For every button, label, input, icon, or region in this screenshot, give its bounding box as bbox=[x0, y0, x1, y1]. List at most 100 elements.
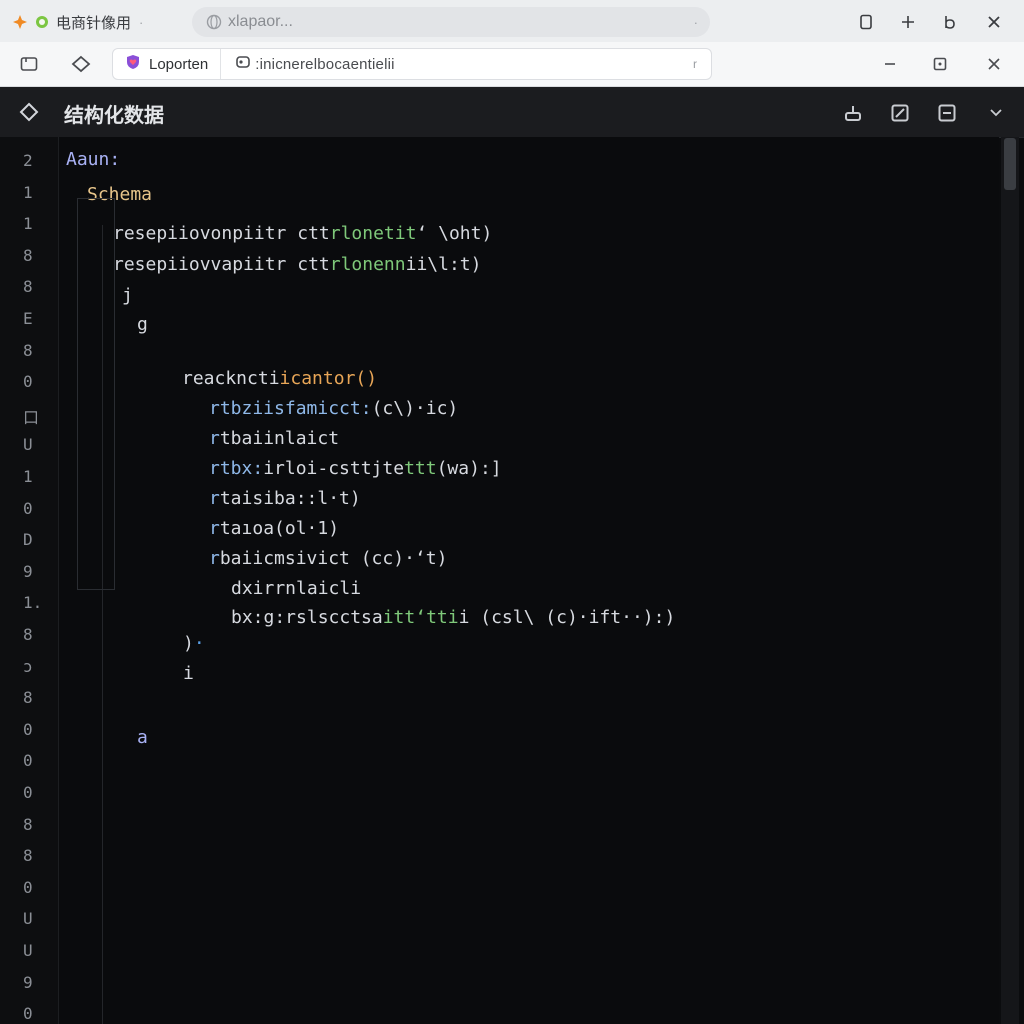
profile-icon[interactable] bbox=[936, 8, 964, 36]
line-number: 8 bbox=[23, 846, 33, 866]
url-text: :inicnerelbocaentielii bbox=[255, 55, 395, 73]
code-token: g bbox=[137, 314, 148, 335]
code-token: (c\) bbox=[371, 398, 415, 419]
code-token: r bbox=[209, 488, 220, 509]
code-token: r bbox=[209, 548, 220, 569]
more-icon[interactable] bbox=[983, 100, 1009, 126]
panel-icon[interactable] bbox=[934, 100, 960, 126]
line-number: E bbox=[23, 309, 33, 328]
edit-icon[interactable] bbox=[887, 100, 913, 126]
maximize-icon[interactable] bbox=[926, 50, 954, 78]
vertical-scrollbar[interactable] bbox=[1001, 137, 1019, 1024]
line-number: 1 bbox=[23, 467, 33, 486]
line-number: 8 bbox=[23, 245, 33, 265]
code-token: resepiiovonpiitr ctt bbox=[113, 223, 330, 244]
code-token: Aaun: bbox=[66, 149, 121, 170]
close-icon[interactable] bbox=[980, 50, 1008, 78]
code-line: rtaisiba::l·t) bbox=[209, 488, 361, 509]
code-line: a bbox=[137, 727, 148, 748]
block-highlight bbox=[77, 198, 115, 590]
code-token: ) bbox=[366, 368, 378, 389]
line-number: 2 bbox=[23, 151, 33, 170]
code-token: reackncti bbox=[182, 368, 280, 389]
line-number: 8 bbox=[23, 688, 33, 708]
tab-active[interactable]: 电商针像用 · bbox=[12, 7, 182, 37]
line-number: 0 bbox=[23, 783, 33, 802]
code-token: itt‘tti bbox=[382, 607, 459, 628]
code-token: i (csl\ (c)·ift··):) bbox=[458, 607, 676, 628]
code-token: ‘ \oht) bbox=[416, 223, 493, 244]
code-token: taisiba::l·t) bbox=[219, 488, 361, 509]
upload-icon[interactable] bbox=[840, 100, 866, 126]
code-line: resepiiovonpiitr cttrlonetit‘ \oht) bbox=[113, 223, 492, 244]
line-number: D bbox=[23, 530, 33, 550]
code-token: rlonenn bbox=[329, 254, 406, 275]
code-line: g bbox=[137, 314, 148, 335]
code-token: j bbox=[122, 285, 133, 306]
minimize-icon[interactable] bbox=[876, 50, 904, 78]
close-window-icon[interactable] bbox=[980, 8, 1008, 36]
code-token: -csttjte bbox=[317, 458, 405, 479]
site-badge[interactable]: Loporten bbox=[113, 49, 222, 79]
line-number: 1 bbox=[23, 214, 33, 234]
line-number: 1. bbox=[23, 593, 43, 613]
code-line: Aaun: bbox=[66, 149, 120, 170]
code-token: r bbox=[209, 518, 220, 539]
site-info-icon[interactable] bbox=[235, 54, 251, 75]
line-number: 0 bbox=[23, 719, 33, 739]
green-circle-icon bbox=[34, 14, 50, 30]
shield-heart-icon bbox=[125, 54, 141, 75]
line-number: U bbox=[23, 941, 33, 960]
code-token: resepiiovvapiitr ctt bbox=[113, 254, 330, 275]
close-icon[interactable]: · bbox=[694, 15, 698, 30]
code-token: taıoa(ol·1) bbox=[219, 518, 340, 539]
tab-search-icon[interactable] bbox=[852, 8, 880, 36]
line-number: 8 bbox=[23, 625, 33, 644]
code-token: rlonetit bbox=[329, 223, 417, 244]
code-token: rtbziisfamicct: bbox=[209, 398, 372, 419]
line-number: 8 bbox=[23, 340, 33, 360]
code-token: i bbox=[183, 663, 194, 684]
editor-title: 结构化数据 bbox=[64, 105, 164, 127]
code-token: r bbox=[209, 428, 220, 449]
code-token: ttt bbox=[404, 458, 437, 479]
code-line: rtbaiinlaict bbox=[209, 428, 339, 449]
code-line: resepiiovvapiitr cttrlonennii\l:t) bbox=[113, 254, 481, 275]
tab-inactive[interactable]: xlapaor... · bbox=[192, 7, 710, 37]
line-number: 口 bbox=[23, 407, 40, 427]
scrollbar-thumb[interactable] bbox=[1004, 138, 1016, 190]
line-number: 9 bbox=[23, 561, 33, 581]
site-label: Loporten bbox=[149, 55, 209, 73]
url-end-marker: r bbox=[693, 57, 697, 71]
line-number: 8 bbox=[23, 814, 33, 834]
url-bar[interactable]: Loporten :inicnerelbocaentielii r bbox=[112, 48, 712, 80]
code-token: a bbox=[137, 727, 148, 748]
code-line: rbaiicmsivict (cc)·‘t) bbox=[209, 548, 447, 569]
line-number: 9 bbox=[23, 972, 33, 992]
code-token: · bbox=[193, 633, 205, 654]
code-token: ii\l:t) bbox=[405, 254, 482, 275]
line-number: 8 bbox=[23, 277, 33, 297]
sidebar-toggle-icon[interactable] bbox=[15, 50, 43, 78]
line-number-gutter: 2 1 1 8 8 E 8 0 口 U 1 0 D 9 1. 8 ɔ 8 0 0 0 8 8 0 U U 9 0 bbox=[0, 137, 59, 1024]
line-number: 0 bbox=[23, 751, 33, 771]
code-line: rtbziisfamicct:(c\)·ic) bbox=[209, 398, 458, 419]
code-token: dxirrnlaicli bbox=[231, 578, 362, 599]
code-editor[interactable]: Aaun: Schema resepiiovonpiitr cttrlonetit‘… bbox=[59, 137, 999, 1024]
close-icon[interactable]: · bbox=[139, 15, 143, 30]
code-token: baiicmsivict (cc)·‘t) bbox=[219, 548, 448, 569]
line-number: ɔ bbox=[23, 656, 33, 676]
code-token: ·ic) bbox=[414, 398, 459, 419]
tab-title: 电商针像用 bbox=[56, 14, 132, 32]
address-bar-row: Loporten :inicnerelbocaentielii r bbox=[0, 42, 1024, 87]
code-line: j bbox=[122, 285, 133, 306]
code-token: irloi bbox=[263, 458, 318, 479]
code-line: rtbx:irloi-csttjtettt(wa):] bbox=[209, 458, 502, 479]
globe-icon bbox=[206, 14, 222, 30]
code-line: bx:g:rslscctsaitt‘ttii (csl\ (c)·ift··):… bbox=[231, 607, 675, 628]
diamond-icon[interactable] bbox=[18, 101, 40, 123]
editor-header: 结构化数据 bbox=[0, 87, 1024, 138]
code-line: dxirrnlaicli bbox=[231, 578, 361, 599]
new-tab-icon[interactable] bbox=[894, 8, 922, 36]
extensions-icon[interactable] bbox=[67, 50, 95, 78]
